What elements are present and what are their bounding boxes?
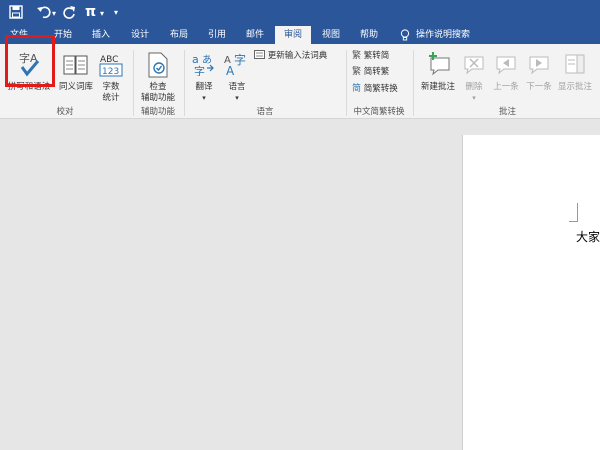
dictionary-icon <box>254 50 265 59</box>
translate-label: 翻译 <box>195 82 213 92</box>
previous-comment-label: 上一条 <box>493 82 519 92</box>
previous-comment-icon <box>494 52 518 80</box>
equation-dropdown[interactable]: ▾ <box>100 5 104 23</box>
traditional-to-simplified-label: 繁转简 <box>363 51 390 61</box>
simplified-to-traditional-label: 简转繁 <box>363 67 390 77</box>
tab-insert[interactable]: 插入 <box>86 26 116 44</box>
conversion-icon: 简 <box>352 84 362 94</box>
language-label: 语言 <box>228 82 246 92</box>
word-count-label-2: 统计 <box>102 93 120 103</box>
delete-comment-label: 删除 <box>465 82 483 92</box>
traditional-to-simplified-icon: 繁 <box>352 51 362 61</box>
svg-text:字: 字 <box>194 64 205 76</box>
show-comments-label: 显示批注 <box>557 82 592 92</box>
tab-references[interactable]: 引用 <box>202 26 232 44</box>
next-comment-label: 下一条 <box>526 82 552 92</box>
group-label-language: 语言 <box>256 107 274 117</box>
new-comment-icon <box>427 52 451 80</box>
group-label-comments: 批注 <box>498 107 516 117</box>
customize-quick-access-icon[interactable]: ▾ <box>114 4 118 22</box>
delete-comment-icon <box>462 52 486 80</box>
ribbon-tabs: 文件 开始 插入 设计 布局 引用 邮件 审阅 视图 帮助 操作说明搜索 <box>0 26 600 44</box>
simplified-to-traditional-icon: 繁 <box>352 67 362 77</box>
group-separator <box>413 50 414 116</box>
svg-text:字: 字 <box>234 52 246 67</box>
accessibility-check-icon <box>147 52 169 82</box>
new-comment-button[interactable]: 新建批注 <box>417 48 459 98</box>
tab-help[interactable]: 帮助 <box>354 26 384 44</box>
traditional-to-simplified-button[interactable]: 繁 繁转简 <box>352 50 389 63</box>
next-comment-icon <box>527 52 551 80</box>
simplified-traditional-conversion-label: 简繁转换 <box>363 84 398 94</box>
tab-design[interactable]: 设计 <box>125 26 155 44</box>
word-count-icon: ABC 123 <box>98 52 124 82</box>
title-bar: ▾ π ▾ ▾ <box>0 0 600 26</box>
language-dropdown-icon: ▾ <box>235 94 239 102</box>
group-label-proofing: 校对 <box>56 107 74 117</box>
svg-text:A: A <box>226 64 235 76</box>
svg-text:123: 123 <box>102 67 119 77</box>
update-ime-dictionary-label: 更新输入法词典 <box>267 51 328 61</box>
tab-view[interactable]: 视图 <box>316 26 346 44</box>
redo-icon[interactable] <box>63 5 77 19</box>
ribbon-review: 字A 拼写和语法 同义词库 ABC 123 字数 统计 校对 检查 辅助功能 辅… <box>0 44 600 119</box>
check-accessibility-label-1: 检查 <box>149 82 167 92</box>
simplified-traditional-conversion-button[interactable]: 简 简繁转换 <box>352 83 398 96</box>
delete-dropdown-icon: ▾ <box>472 94 476 102</box>
tell-me-search[interactable]: 操作说明搜索 <box>416 26 480 44</box>
group-label-accessibility: 辅助功能 <box>140 107 175 117</box>
thesaurus-icon <box>63 54 89 80</box>
equation-button[interactable]: π <box>85 3 96 21</box>
translate-button[interactable]: a あ 字 翻译 ▾ <box>188 48 220 106</box>
previous-comment-button[interactable]: 上一条 <box>490 48 522 98</box>
tab-review[interactable]: 审阅 <box>275 26 311 44</box>
word-count-label-1: 字数 <box>102 82 120 92</box>
update-ime-dictionary-button[interactable]: 更新输入法词典 <box>254 50 327 63</box>
check-accessibility-button[interactable]: 检查 辅助功能 <box>136 48 180 104</box>
translate-dropdown-icon: ▾ <box>202 94 206 102</box>
save-icon[interactable] <box>9 5 23 19</box>
delete-comment-button[interactable]: 删除 ▾ <box>461 48 487 106</box>
tab-layout[interactable]: 布局 <box>164 26 194 44</box>
margin-corner-mark <box>569 203 578 222</box>
highlight-box <box>5 35 55 87</box>
document-page: 大家 <box>462 135 600 450</box>
translate-icon: a あ 字 <box>192 52 216 80</box>
document-text[interactable]: 大家 <box>576 230 600 244</box>
group-separator <box>184 50 185 116</box>
lightbulb-icon[interactable] <box>400 29 410 41</box>
simplified-to-traditional-button[interactable]: 繁 简转繁 <box>352 66 389 79</box>
new-comment-label: 新建批注 <box>420 82 455 92</box>
check-accessibility-label-2: 辅助功能 <box>140 93 175 103</box>
thesaurus-label: 同义词库 <box>58 82 93 92</box>
word-count-button[interactable]: ABC 123 字数 统计 <box>96 48 126 104</box>
language-button[interactable]: A 字 A 语言 ▾ <box>222 48 252 106</box>
group-label-chinese-conversion: 中文简繁转换 <box>353 107 405 117</box>
tab-mailings[interactable]: 邮件 <box>240 26 270 44</box>
show-comments-icon <box>563 52 587 80</box>
undo-icon[interactable] <box>36 5 52 19</box>
undo-dropdown[interactable]: ▾ <box>52 5 56 23</box>
show-comments-button[interactable]: 显示批注 <box>555 48 595 98</box>
language-icon: A 字 A <box>224 52 250 80</box>
next-comment-button[interactable]: 下一条 <box>523 48 555 98</box>
thesaurus-button[interactable]: 同义词库 <box>56 48 96 98</box>
